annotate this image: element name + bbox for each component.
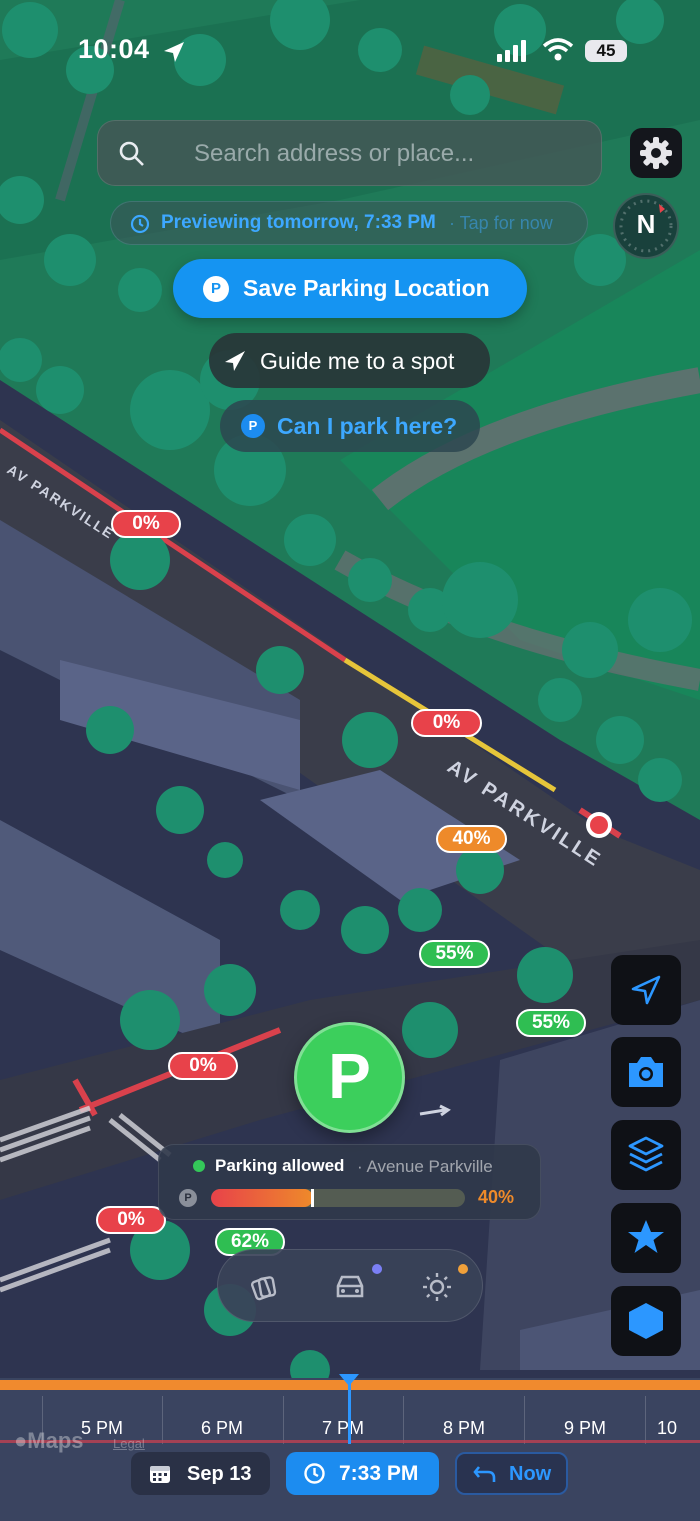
- hexagon-icon: [629, 1303, 663, 1339]
- date-picker-button[interactable]: Sep 13: [131, 1452, 270, 1495]
- save-parking-label: Save Parking Location: [243, 275, 490, 301]
- occupancy-badge[interactable]: 0%: [168, 1052, 238, 1080]
- mode-switcher: [217, 1249, 483, 1322]
- now-button[interactable]: Now: [455, 1452, 568, 1495]
- parking-spot-marker[interactable]: P: [294, 1022, 405, 1133]
- maps-watermark-text: Maps: [27, 1428, 84, 1453]
- search-icon: [119, 141, 144, 166]
- parking-small-icon: P: [179, 1189, 197, 1207]
- now-label: Now: [509, 1463, 552, 1485]
- star-icon: [628, 1220, 664, 1253]
- sun-indicator-dot: [458, 1264, 468, 1274]
- timeline-divider: [524, 1396, 525, 1444]
- apple-logo-icon: ●: [14, 1428, 28, 1453]
- occupancy-badge[interactable]: 55%: [419, 940, 490, 968]
- calendar-icon: [150, 1466, 170, 1483]
- timeline-hour: 8 PM: [442, 1418, 485, 1438]
- timeline-hour: 10: [657, 1418, 678, 1438]
- camera-button[interactable]: [611, 1037, 681, 1107]
- occupancy-badge[interactable]: 0%: [96, 1206, 166, 1234]
- sun-icon[interactable]: [420, 1270, 454, 1304]
- parking-info-card[interactable]: Parking allowed · Avenue Parkville P 40%: [158, 1144, 541, 1220]
- parking-map-app: AV PARKVILLE AV PARKVILLE 10:04 45 Searc…: [0, 0, 700, 1521]
- timeline-divider: [403, 1396, 404, 1444]
- can-i-park-button[interactable]: P Can I park here?: [220, 400, 480, 452]
- preview-time-banner[interactable]: Previewing tomorrow, 7:33 PM · Tap for n…: [110, 201, 588, 245]
- timeline-divider: [645, 1396, 646, 1444]
- occupancy-badge[interactable]: 40%: [436, 825, 507, 853]
- playhead-handle-icon[interactable]: [339, 1374, 359, 1386]
- date-label: Sep 13: [187, 1463, 252, 1485]
- parking-p-icon: P: [203, 276, 229, 302]
- cellular-signal-icon: [497, 40, 526, 62]
- preview-text: Previewing tomorrow, 7:33 PM: [161, 212, 436, 233]
- locate-me-button[interactable]: [611, 955, 681, 1025]
- status-dot: [193, 1160, 205, 1172]
- occupancy-percent: 40%: [478, 1187, 515, 1207]
- location-arrow-icon: [631, 975, 661, 1005]
- save-parking-button[interactable]: P Save Parking Location: [173, 259, 527, 318]
- timeline-playhead[interactable]: [348, 1378, 351, 1444]
- search-bar[interactable]: Search address or place...: [97, 120, 602, 186]
- location-services-icon: [164, 42, 184, 62]
- undo-arrow-icon: [473, 1466, 496, 1482]
- clock-icon: [304, 1463, 325, 1484]
- guide-me-label: Guide me to a spot: [260, 348, 455, 374]
- car-icon[interactable]: [332, 1272, 368, 1302]
- parking-status: Parking allowed: [215, 1156, 345, 1175]
- layers-icon: [628, 1136, 664, 1172]
- wifi-icon: [542, 38, 574, 61]
- layers-stack-icon[interactable]: [250, 1272, 280, 1302]
- compass-north-label: N: [636, 209, 656, 239]
- time-label: 7:33 PM: [339, 1462, 419, 1485]
- maps-watermark: ●Maps: [14, 1428, 84, 1454]
- occupancy-badge[interactable]: 0%: [411, 709, 482, 737]
- occupancy-bar-marker: [310, 1189, 314, 1207]
- occupancy-bar: [211, 1189, 465, 1207]
- map-layers-button[interactable]: [611, 1120, 681, 1190]
- occupancy-badge[interactable]: 55%: [516, 1009, 586, 1037]
- timeline-hour: 9 PM: [563, 1418, 606, 1438]
- tap-for-now-text: · Tap for now: [449, 213, 553, 233]
- time-picker-button[interactable]: 7:33 PM: [286, 1452, 439, 1495]
- car-indicator-dot: [372, 1264, 382, 1274]
- timeline-divider: [283, 1396, 284, 1444]
- status-time: 10:04: [78, 34, 150, 64]
- fire-hydrant-icon: [586, 812, 612, 838]
- guide-me-button[interactable]: Guide me to a spot: [209, 333, 490, 388]
- legal-link[interactable]: Legal: [113, 1436, 145, 1451]
- timeline-hour: 7 PM: [321, 1418, 364, 1438]
- time-scrubber[interactable]: 5 PM 6 PM 7 PM 8 PM 9 PM 10 ●Maps Legal: [0, 1374, 700, 1521]
- battery-indicator: 45: [585, 40, 627, 62]
- marker-label: P: [328, 1040, 371, 1112]
- timeline-divider: [162, 1396, 163, 1444]
- 3d-view-button[interactable]: [611, 1286, 681, 1356]
- settings-button[interactable]: [630, 128, 682, 178]
- street-name: · Avenue Parkville: [357, 1157, 493, 1176]
- search-input[interactable]: Search address or place...: [194, 140, 474, 168]
- occupancy-badge[interactable]: 0%: [111, 510, 181, 538]
- history-clock-icon: [130, 214, 150, 234]
- timeline-hour: 6 PM: [200, 1418, 243, 1438]
- camera-icon: [629, 1057, 663, 1087]
- compass-button[interactable]: N: [613, 193, 679, 259]
- can-i-park-label: Can I park here?: [277, 413, 458, 439]
- gear-icon: [640, 137, 672, 169]
- favorites-button[interactable]: [611, 1203, 681, 1273]
- occupancy-bar-fill: [211, 1189, 313, 1207]
- parking-p-icon: P: [241, 414, 265, 438]
- navigation-arrow-icon: [225, 351, 245, 371]
